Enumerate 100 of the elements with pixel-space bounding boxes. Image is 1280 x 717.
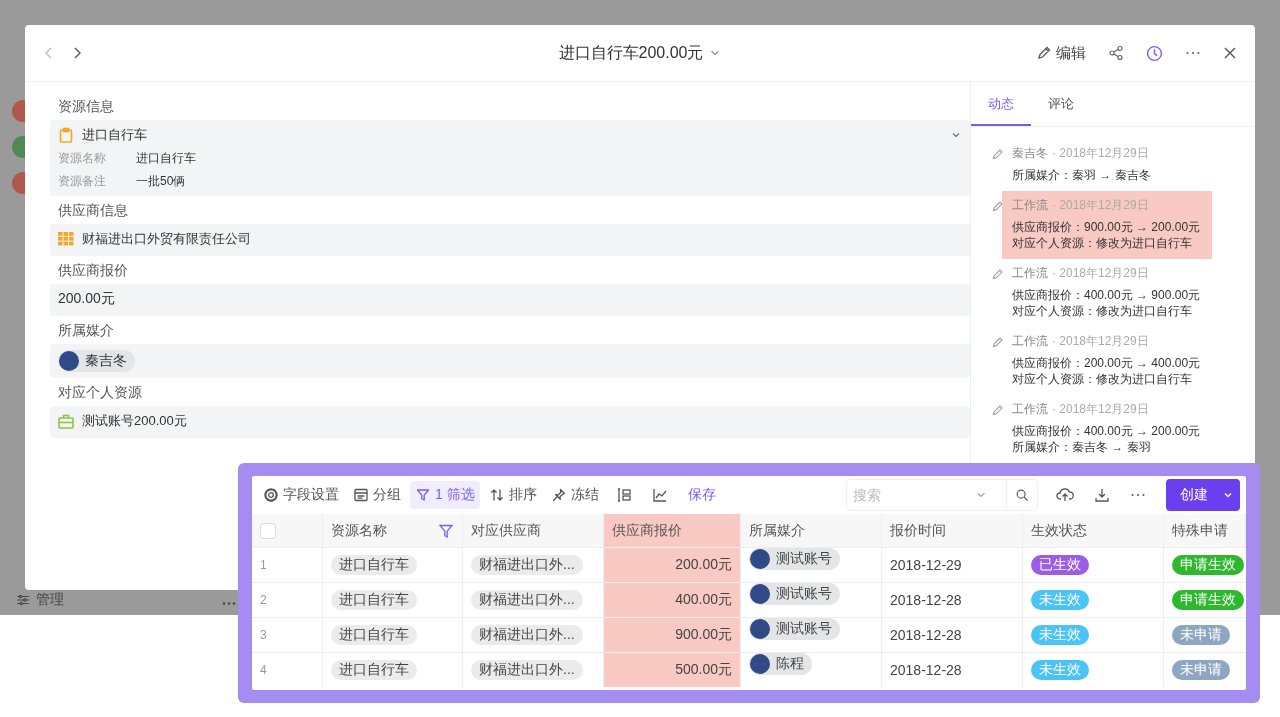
row-number: 2 [252,582,323,617]
activity-change: 所属媒介：秦羽 → 秦吉冬 [1012,167,1152,183]
save-button[interactable]: 保存 [679,486,724,504]
column-header[interactable]: 报价时间 [882,514,1023,547]
record-title: 进口自行车 [82,126,147,144]
request-tag: 申请生效 [1172,590,1244,610]
manage-label[interactable]: 管理 [36,591,64,609]
tab[interactable]: 动态 [971,82,1031,126]
pencil-icon [991,268,1004,281]
sort-icon [488,487,505,503]
more-icon[interactable] [222,602,236,605]
supplier-tag[interactable]: 财福进出口外... [471,625,583,645]
close-icon[interactable] [1223,46,1237,60]
pencil-icon [991,200,1004,213]
toolbar-button[interactable]: 排序 [483,481,542,509]
supplier-tag[interactable]: 财福进出口外... [471,555,583,575]
member-chip[interactable]: 陈程 [749,653,812,675]
pencil-icon [991,148,1004,161]
column-header[interactable]: 特殊申请 [1164,514,1246,547]
link-field[interactable]: 测试账号200.00元 [50,406,970,438]
toolbar-button[interactable]: 分组 [348,481,406,509]
column-header[interactable]: 供应商报价 [604,514,741,547]
create-button[interactable]: 创建 [1166,479,1240,511]
date-text: 2018-12-28 [890,627,962,643]
column-header[interactable]: 所属媒介 [741,514,882,547]
member-chip[interactable]: 秦吉冬 [58,350,135,372]
activity-change: 对应个人资源：修改为进口自行车 [1012,235,1193,251]
history-icon[interactable] [1146,44,1163,62]
request-tag: 申请生效 [1172,555,1244,575]
toolbar-button[interactable]: 字段设置 [258,481,344,509]
supplier-tag[interactable]: 财福进出口外... [471,660,583,680]
column-header[interactable]: 生效状态 [1023,514,1164,547]
date-text: 2018-12-29 [890,557,962,573]
member-chip[interactable]: 测试账号 [749,618,840,640]
row-number: 1 [252,547,323,582]
status-tag: 已生效 [1031,555,1089,575]
field-label: 所属媒介 [58,322,115,340]
tab[interactable]: 评论 [1031,82,1091,126]
activity-author: 工作流 [1012,197,1048,213]
activity-author: 工作流 [1012,265,1048,281]
link-text[interactable]: 测试账号200.00元 [82,412,187,430]
briefcase-icon [58,413,74,429]
filter-icon [415,487,431,503]
field-label: 供应商报价 [58,262,129,280]
resource-tag[interactable]: 进口自行车 [331,590,417,610]
link-field[interactable]: 财福进出口外贸有限责任公司 [50,224,970,256]
activity-date: · 2018年12月29日 [1052,145,1149,161]
price-text: 400.00元 [675,591,732,609]
price-text: 500.00元 [675,661,732,679]
clipboard-icon [58,127,74,143]
supplier-tag[interactable]: 财福进出口外... [471,590,583,610]
pencil-icon [991,336,1004,349]
avatar-icon [750,619,770,639]
activity-author: 工作流 [1012,333,1048,349]
field-label: 供应商信息 [58,202,129,220]
toolbar-button[interactable]: 冻结 [545,481,604,509]
activity-date: · 2018年12月29日 [1052,333,1149,349]
pin-icon [550,487,567,503]
avatar-icon [750,584,770,604]
calendar-icon [353,487,369,503]
activity-date: · 2018年12月29日 [1052,197,1149,213]
field-value: 一批50俩 [136,173,186,190]
record-card[interactable]: 进口自行车 资源名称 进口自行车 资源备注 一批50俩 [50,120,970,196]
pencil-icon [991,404,1004,417]
field-label: 资源信息 [58,98,115,116]
status-tag: 未生效 [1031,660,1089,680]
toolbar-button[interactable]: 1 筛选 [410,481,480,509]
request-tag: 未申请 [1172,660,1230,680]
field-name: 资源名称 [58,150,106,167]
share-icon[interactable] [1108,45,1124,61]
column-header[interactable]: 对应供应商 [463,514,604,547]
link-text[interactable]: 财福进出口外贸有限责任公司 [82,230,251,248]
field-name: 资源备注 [58,173,106,190]
status-tag: 未生效 [1031,590,1089,610]
gear-icon [263,487,279,503]
filter-icon[interactable] [438,522,454,539]
resource-tag[interactable]: 进口自行车 [331,660,417,680]
activity-change: 对应个人资源：修改为进口自行车 [1012,371,1193,387]
resource-tag[interactable]: 进口自行车 [331,555,417,575]
pencil-icon [1036,45,1052,61]
activity-author: 秦吉冬 [1012,145,1048,161]
field-label: 对应个人资源 [58,384,143,402]
member-chip[interactable]: 测试账号 [749,583,840,605]
dialog-title: 进口自行车200.00元 [558,42,704,63]
resource-tag[interactable]: 进口自行车 [331,625,417,645]
column-header[interactable]: 资源名称 [323,514,463,547]
date-text: 2018-12-28 [890,662,962,678]
field-value: 进口自行车 [136,150,196,167]
row-number: 3 [252,617,323,652]
row-number: 4 [252,652,323,687]
member-chip[interactable]: 测试账号 [749,548,840,570]
search-field[interactable]: 搜索 [846,479,1038,511]
avatar-icon [59,351,79,371]
activity-date: · 2018年12月29日 [1052,265,1149,281]
select-all-checkbox[interactable] [260,522,276,539]
request-tag: 未申请 [1172,625,1230,645]
search-icon [1015,488,1029,502]
edit-button[interactable]: 编辑 [1036,43,1086,63]
activity-change: 所属媒介：秦吉冬 → 秦羽 [1012,439,1152,455]
activity-date: · 2018年12月29日 [1052,401,1149,417]
